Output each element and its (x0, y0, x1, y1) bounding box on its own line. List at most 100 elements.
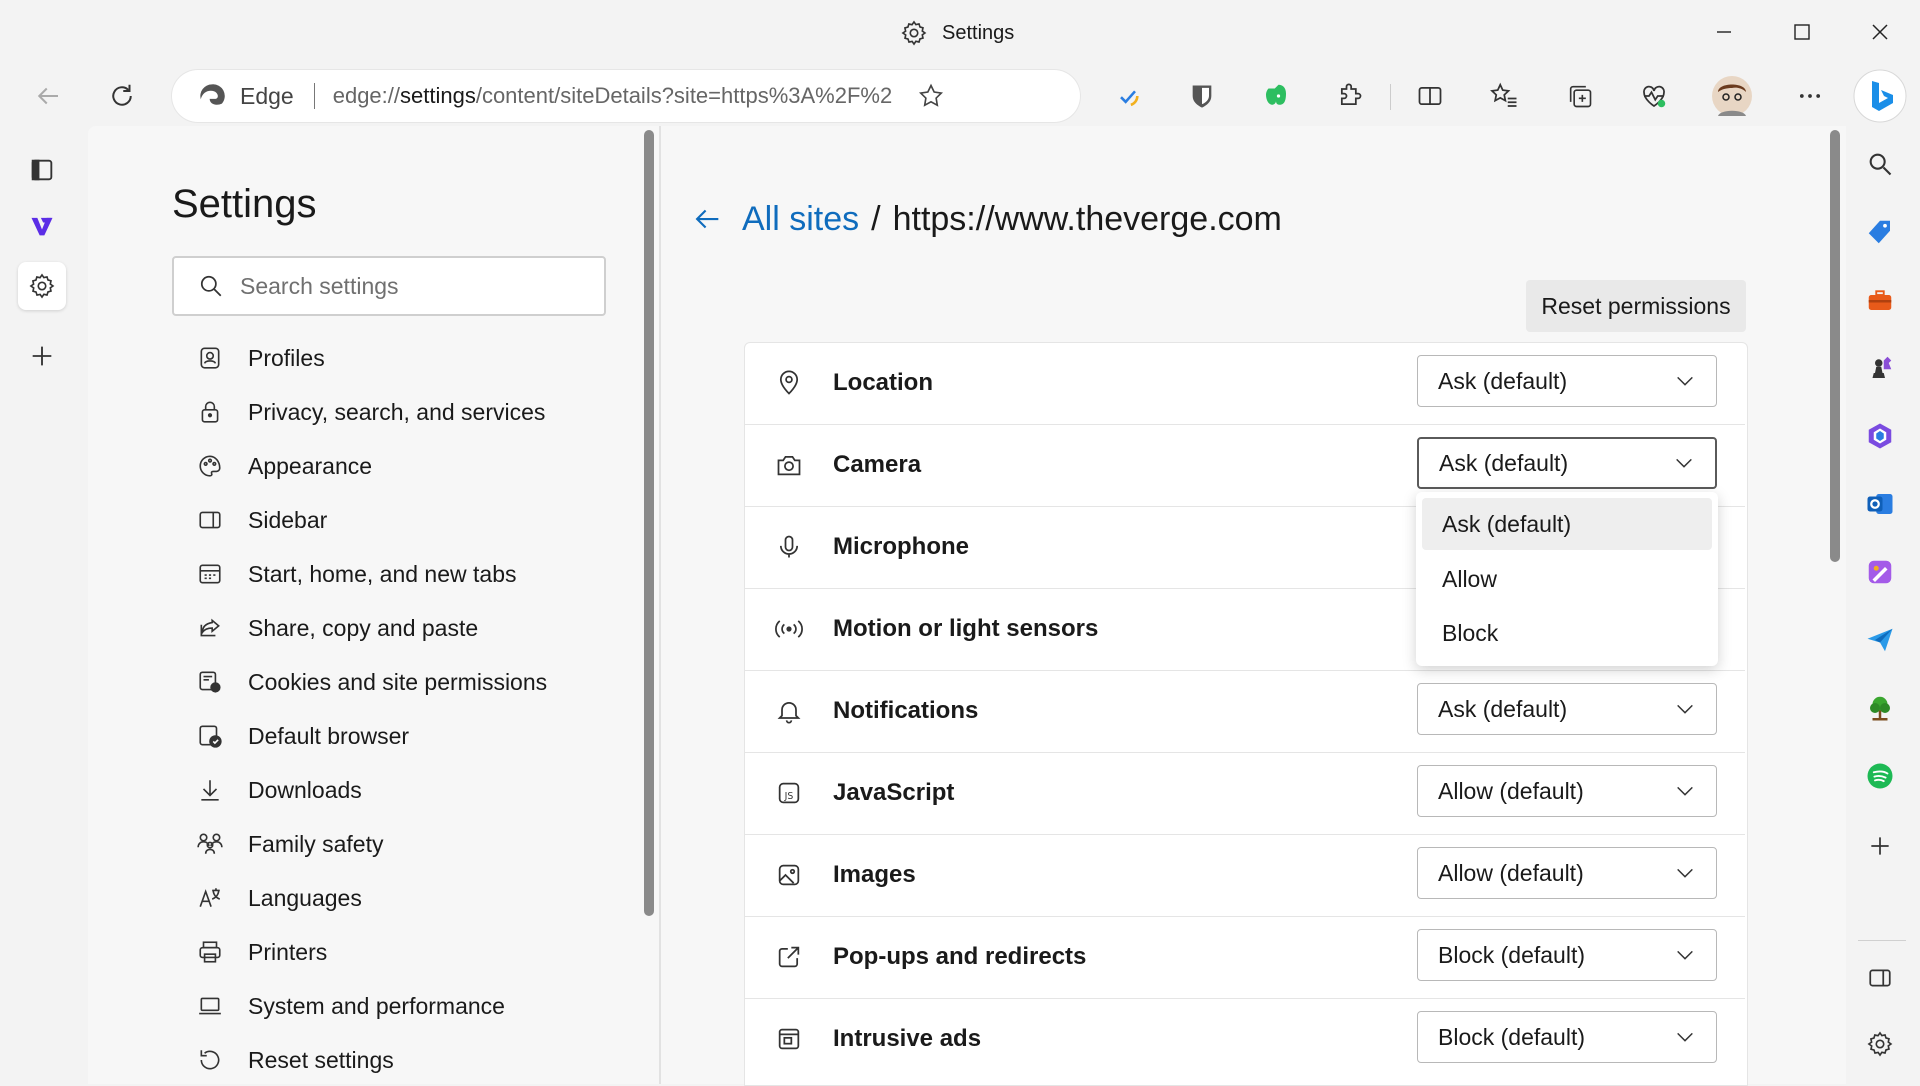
lock-icon (194, 396, 226, 428)
nav-label: Cookies and site permissions (248, 668, 548, 695)
cookies-icon (194, 666, 226, 698)
sidebar-divider (1858, 940, 1906, 941)
bell-icon (773, 695, 805, 727)
permission-select[interactable]: Ask (default) (1417, 437, 1717, 489)
permission-select[interactable]: Allow (default) (1417, 847, 1717, 899)
tree-icon[interactable] (1858, 686, 1902, 730)
address-url[interactable]: edge://settings/content/siteDetails?site… (333, 83, 893, 109)
refresh-button[interactable] (100, 74, 144, 118)
designer-icon[interactable] (1858, 550, 1902, 594)
languages-icon (194, 882, 226, 914)
dropdown-option-block[interactable]: Block (1422, 607, 1712, 659)
microsoft-365-icon[interactable] (1858, 414, 1902, 458)
minimize-button[interactable] (1694, 12, 1754, 52)
url-prefix: edge:// (332, 83, 400, 108)
select-value: Allow (default) (1438, 859, 1584, 886)
settings-sidebar-scrollbar[interactable] (644, 130, 654, 916)
dropdown-option-allow[interactable]: Allow (1422, 553, 1712, 605)
nav-item-downloads[interactable]: Downloads (194, 768, 362, 812)
extensions-puzzle-icon[interactable] (1328, 74, 1372, 118)
search-settings-input[interactable]: Search settings (172, 256, 606, 316)
nav-label: Appearance (248, 452, 373, 479)
maximize-button[interactable] (1772, 12, 1832, 52)
nav-label: Family safety (248, 830, 384, 857)
tools-briefcase-icon[interactable] (1858, 278, 1902, 322)
send-paper-plane-icon[interactable] (1858, 618, 1902, 662)
svg-text:JS: JS (784, 791, 794, 802)
close-button[interactable] (1850, 12, 1910, 52)
nav-item-share[interactable]: Share, copy and paste (194, 606, 478, 650)
permission-label: Motion or light sensors (833, 615, 1099, 642)
games-chess-icon[interactable] (1858, 346, 1902, 390)
microphone-icon (773, 531, 805, 563)
nav-item-printers[interactable]: Printers (194, 930, 327, 974)
new-tab-plus-icon[interactable] (18, 332, 66, 380)
permission-row-javascript: JS JavaScript Allow (default) (745, 752, 1745, 835)
camera-icon (773, 449, 805, 481)
nav-label: Reset settings (248, 1046, 394, 1073)
permission-select[interactable]: Allow (default) (1417, 765, 1717, 817)
vertical-tabs-icon[interactable] (18, 146, 66, 194)
permission-row-intrusive-ads: Intrusive ads Block (default) (745, 998, 1745, 1080)
bing-copilot-icon[interactable] (1852, 68, 1908, 124)
dropdown-option-ask[interactable]: Ask (default) (1422, 498, 1712, 550)
download-icon (194, 774, 226, 806)
evernote-elephant-icon[interactable] (1254, 74, 1298, 118)
select-value: Ask (default) (1439, 449, 1569, 476)
permission-select[interactable]: Ask (default) (1417, 683, 1717, 735)
nav-item-reset[interactable]: Reset settings (194, 1038, 394, 1082)
content-scrollbar[interactable] (1830, 130, 1840, 562)
nav-label: Start, home, and new tabs (248, 560, 517, 587)
permission-label: Pop-ups and redirects (833, 943, 1087, 970)
nav-item-privacy[interactable]: Privacy, search, and services (194, 390, 545, 434)
nav-item-cookies[interactable]: Cookies and site permissions (194, 660, 547, 704)
sidebar-search-icon[interactable] (1858, 142, 1902, 186)
permission-select[interactable]: Block (default) (1417, 1011, 1717, 1063)
breadcrumb-all-sites-link[interactable]: All sites (742, 200, 859, 239)
outlook-icon[interactable] (1858, 482, 1902, 526)
hide-sidebar-icon[interactable] (1858, 956, 1902, 1000)
back-button[interactable] (26, 74, 70, 118)
permission-select[interactable]: Block (default) (1417, 929, 1717, 981)
settings-tab-icon[interactable] (18, 262, 66, 310)
browser-essentials-icon[interactable] (1632, 74, 1676, 118)
tasks-check-icon[interactable] (1106, 74, 1150, 118)
toolbar-divider (1390, 84, 1391, 110)
back-arrow-icon[interactable] (690, 202, 724, 236)
reset-permissions-button[interactable]: Reset permissions (1526, 280, 1746, 332)
chevron-down-icon (1674, 944, 1696, 966)
verge-tab-icon[interactable] (18, 202, 66, 250)
sidebar-add-plus-icon[interactable] (1858, 824, 1902, 868)
shopping-tag-icon[interactable] (1858, 210, 1902, 254)
bitwarden-shield-icon[interactable] (1180, 74, 1224, 118)
favorite-star-icon[interactable] (917, 82, 945, 110)
nav-item-family[interactable]: Family safety (194, 822, 383, 866)
more-options-icon[interactable] (1788, 74, 1832, 118)
share-icon (194, 612, 226, 644)
permission-row-notifications: Notifications Ask (default) (745, 670, 1745, 753)
nav-item-system[interactable]: System and performance (194, 984, 505, 1028)
home-tabs-icon (194, 558, 226, 590)
collections-icon[interactable] (1558, 74, 1602, 118)
permission-select[interactable]: Ask (default) (1417, 355, 1717, 407)
url-path: /content/siteDetails?site=https%3A%2F%2F… (475, 83, 893, 108)
nav-item-default-browser[interactable]: Default browser (194, 714, 409, 758)
favorites-icon[interactable] (1482, 74, 1526, 118)
sidebar-settings-gear-icon[interactable] (1858, 1022, 1902, 1066)
settings-title: Settings (172, 182, 317, 226)
select-value: Block (default) (1438, 941, 1586, 968)
nav-item-sidebar[interactable]: Sidebar (194, 498, 327, 542)
address-bar[interactable]: Edge edge://settings/content/siteDetails… (172, 70, 1080, 122)
select-value: Ask (default) (1438, 695, 1568, 722)
split-screen-icon[interactable] (1408, 74, 1452, 118)
nav-item-start-home[interactable]: Start, home, and new tabs (194, 552, 517, 596)
panel-divider (659, 126, 661, 1084)
profile-icon (194, 342, 226, 374)
nav-item-languages[interactable]: Languages (194, 876, 362, 920)
spotify-icon[interactable] (1858, 754, 1902, 798)
nav-item-appearance[interactable]: Appearance (194, 444, 372, 488)
profile-avatar[interactable] (1710, 74, 1754, 118)
ads-icon (773, 1023, 805, 1055)
nav-item-profiles[interactable]: Profiles (194, 336, 325, 380)
permission-label: Location (833, 369, 933, 396)
